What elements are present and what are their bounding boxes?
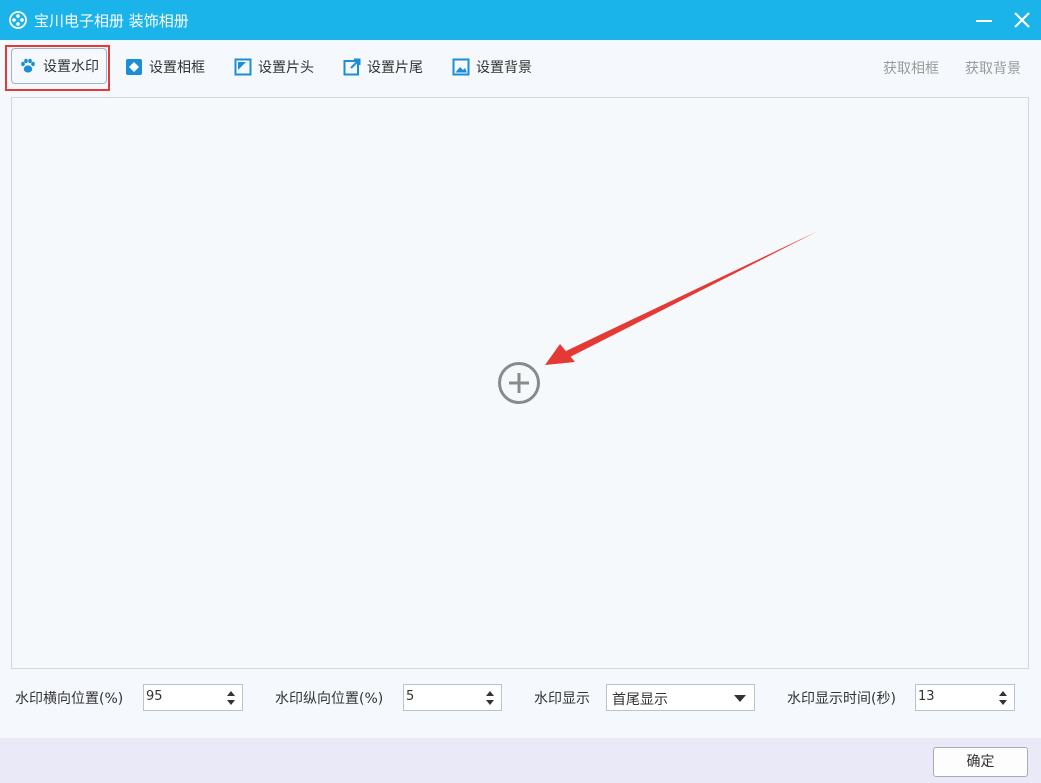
chevron-down-icon: [734, 695, 746, 702]
film-reel-icon: [9, 11, 27, 29]
minimize-icon[interactable]: [972, 8, 996, 32]
get-background-link[interactable]: 获取背景: [965, 58, 1021, 78]
v-position-label: 水印纵向位置(%): [275, 691, 384, 707]
image-icon: [452, 58, 470, 76]
frame-icon: [126, 59, 142, 75]
title-bar: 宝川电子相册 装饰相册: [0, 0, 1041, 40]
ok-button[interactable]: 确定: [933, 747, 1028, 777]
tab-set-intro[interactable]: 设置片头: [234, 48, 314, 86]
close-icon[interactable]: [1010, 8, 1034, 32]
duration-value: 13: [918, 689, 935, 704]
v-position-spinbox[interactable]: 5: [403, 684, 502, 711]
tab-set-outro[interactable]: 设置片尾: [343, 48, 423, 86]
paw-icon: [21, 58, 35, 73]
outro-icon: [343, 58, 361, 76]
h-position-label: 水印横向位置(%): [15, 691, 124, 707]
h-position-value: 95: [146, 689, 163, 704]
display-mode-select[interactable]: 首尾显示: [606, 684, 755, 711]
tab-set-background[interactable]: 设置背景: [452, 48, 532, 86]
get-frame-link[interactable]: 获取相框: [883, 58, 939, 78]
tab-set-watermark[interactable]: 设置水印: [11, 48, 107, 84]
tab-label: 设置背景: [476, 60, 532, 76]
plus-circle-icon[interactable]: [497, 361, 541, 405]
duration-spinbox[interactable]: 13: [915, 684, 1015, 711]
tab-label: 设置片头: [258, 60, 314, 76]
spin-arrows-icon[interactable]: [226, 690, 236, 706]
spin-arrows-icon[interactable]: [998, 690, 1008, 706]
intro-icon: [234, 58, 252, 76]
footer-bar: [0, 738, 1041, 783]
tab-set-frame[interactable]: 设置相框: [125, 48, 205, 86]
h-position-spinbox[interactable]: 95: [143, 684, 243, 711]
window-title: 宝川电子相册 装饰相册: [34, 12, 189, 30]
spin-arrows-icon[interactable]: [485, 690, 495, 706]
tab-label: 设置片尾: [367, 60, 423, 76]
display-mode-value: 首尾显示: [612, 692, 668, 708]
duration-label: 水印显示时间(秒): [787, 691, 896, 707]
display-mode-label: 水印显示: [534, 691, 590, 707]
tab-label: 设置水印: [43, 59, 99, 75]
tab-label: 设置相框: [149, 60, 205, 76]
v-position-value: 5: [406, 689, 415, 704]
